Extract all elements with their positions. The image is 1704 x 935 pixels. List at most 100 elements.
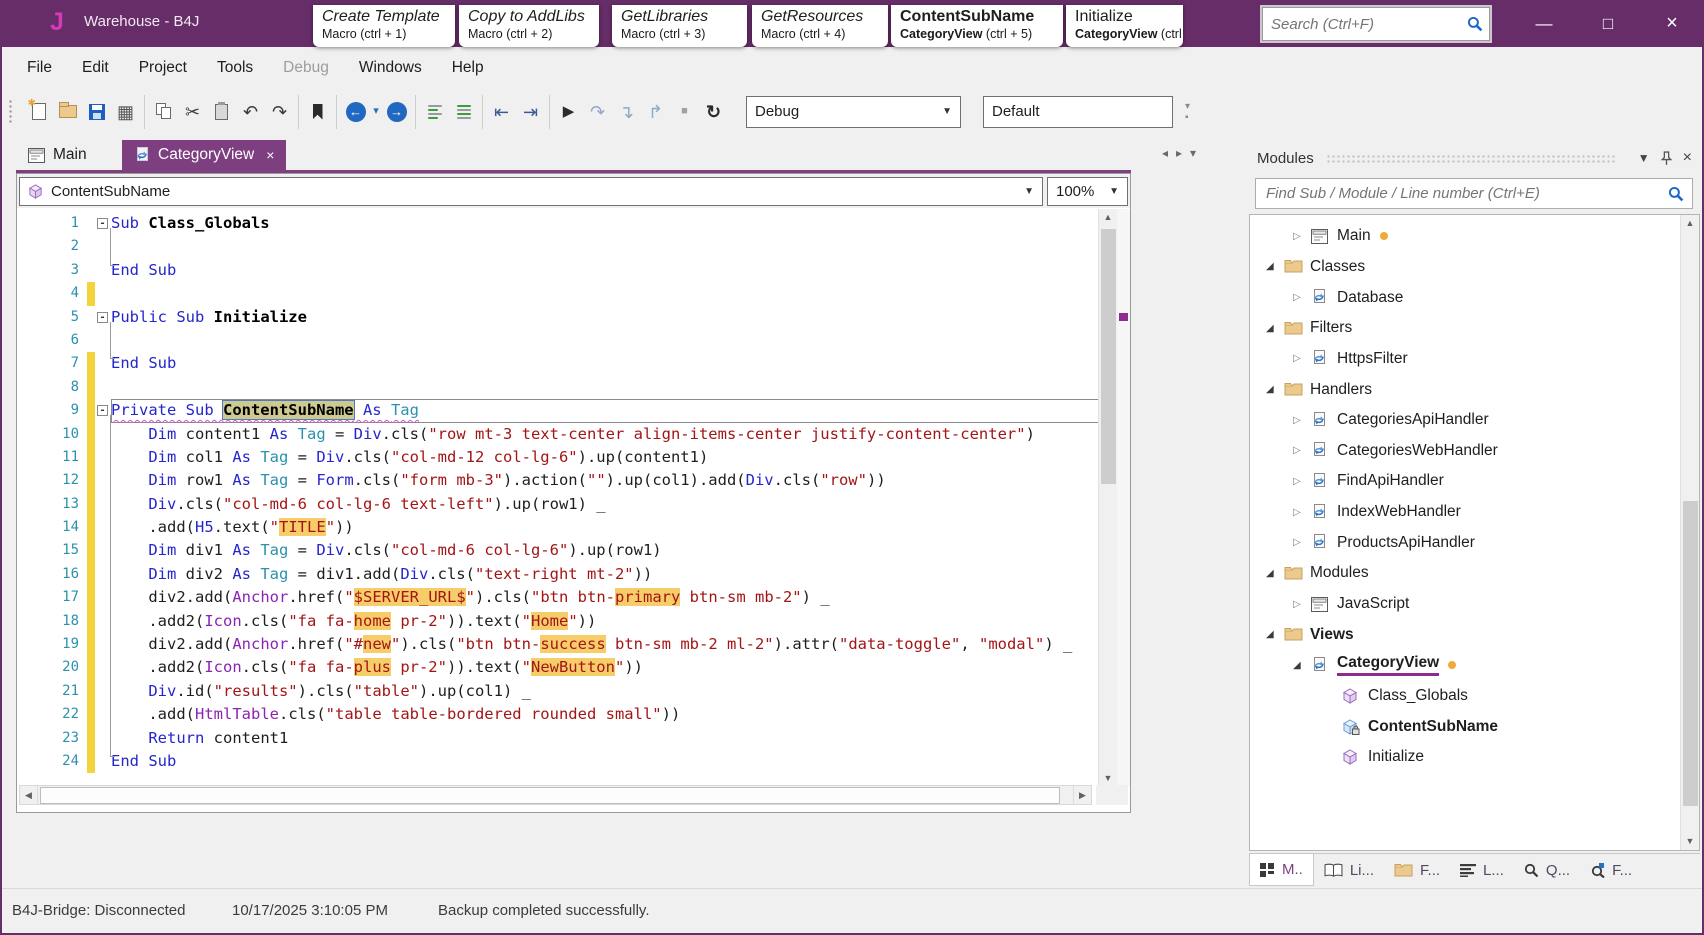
macro-button-contentsubname[interactable]: ContentSubNameCategoryView (ctrl + 5): [891, 5, 1063, 47]
package-icon[interactable]: ▦: [111, 97, 140, 127]
code-line[interactable]: 21 Div.id("results").cls("table").up(col…: [17, 680, 1130, 703]
menu-edit[interactable]: Edit: [67, 59, 124, 77]
tree-item-javascript[interactable]: ▷JavaScript: [1250, 589, 1699, 620]
step-out-icon[interactable]: ↱: [641, 97, 670, 127]
tab-main[interactable]: Main: [16, 140, 120, 170]
macro-button-getresources[interactable]: GetResourcesMacro (ctrl + 4): [752, 5, 888, 47]
expander-closed-icon[interactable]: ▷: [1293, 445, 1311, 456]
tree-scrollbar[interactable]: ▲ ▼: [1680, 215, 1699, 850]
code-line[interactable]: 5-Public Sub Initialize: [17, 306, 1130, 329]
code-line[interactable]: 20 .add2(Icon.cls("fa fa-plus pr-2")).te…: [17, 656, 1130, 679]
search-icon[interactable]: [1467, 16, 1483, 32]
code-line[interactable]: 4: [17, 282, 1130, 305]
menu-windows[interactable]: Windows: [344, 59, 437, 77]
open-project-icon[interactable]: [53, 97, 82, 127]
macro-button-getlibraries[interactable]: GetLibrariesMacro (ctrl + 3): [612, 5, 747, 47]
zoom-selector[interactable]: 100% ▼: [1047, 177, 1128, 206]
toolbar-grip[interactable]: [8, 99, 14, 125]
expander-open-icon[interactable]: ◢: [1266, 568, 1284, 579]
step-into-icon[interactable]: ↴: [612, 97, 641, 127]
code-line[interactable]: 16 Dim div2 As Tag = div1.add(Div.cls("t…: [17, 563, 1130, 586]
back-history-dropdown-icon[interactable]: ▾: [370, 97, 382, 127]
panel-drag-texture[interactable]: [1326, 154, 1616, 163]
editor-vertical-scrollbar[interactable]: ▲ ▼: [1098, 209, 1117, 787]
tree-item-modules[interactable]: ◢Modules: [1250, 558, 1699, 589]
tree-item-filters[interactable]: ◢Filters: [1250, 313, 1699, 344]
pin-icon[interactable]: [1660, 151, 1673, 166]
menu-help[interactable]: Help: [437, 59, 499, 77]
outdent-icon[interactable]: ⇤: [487, 97, 516, 127]
code-line[interactable]: 13 Div.cls("col-md-6 col-lg-6 text-left"…: [17, 493, 1130, 516]
panel-tab-f[interactable]: F...: [1580, 854, 1642, 886]
bookmark-icon[interactable]: [303, 97, 332, 127]
sub-selector[interactable]: ContentSubName ▼: [19, 177, 1043, 206]
copy-icon[interactable]: [149, 97, 178, 127]
tree-item-productsapihandler[interactable]: ▷ProductsApiHandler: [1250, 527, 1699, 558]
tree-item-contentsubname[interactable]: ContentSubName: [1250, 711, 1699, 742]
redo-icon[interactable]: ↷: [265, 97, 294, 127]
expander-open-icon[interactable]: ◢: [1266, 629, 1284, 640]
collapse-region-icon[interactable]: -: [97, 405, 108, 416]
cut-icon[interactable]: ✂: [178, 97, 207, 127]
code-line[interactable]: 8: [17, 376, 1130, 399]
expander-open-icon[interactable]: ◢: [1293, 660, 1311, 671]
vertical-scroll-thumb[interactable]: [1101, 229, 1116, 484]
tree-item-categoryview[interactable]: ◢CategoryView: [1250, 650, 1699, 681]
code-line[interactable]: 22 .add(HtmlTable.cls("table table-borde…: [17, 703, 1130, 726]
tree-item-main[interactable]: ▷Main: [1250, 221, 1699, 252]
close-tab-icon[interactable]: ×: [266, 147, 274, 163]
code-line[interactable]: 18 .add2(Icon.cls("fa fa-home pr-2")).te…: [17, 610, 1130, 633]
scroll-right-icon[interactable]: ▶: [1073, 786, 1091, 804]
tree-item-classes[interactable]: ◢Classes: [1250, 252, 1699, 283]
maximize-button[interactable]: □: [1576, 0, 1640, 47]
search-input[interactable]: [1269, 15, 1467, 34]
panel-tab-l[interactable]: L...: [1450, 854, 1514, 886]
modules-panel-header[interactable]: Modules ▼ ×: [1247, 144, 1702, 172]
expander-open-icon[interactable]: ◢: [1266, 261, 1284, 272]
expander-closed-icon[interactable]: ▷: [1293, 292, 1311, 303]
expander-closed-icon[interactable]: ▷: [1293, 231, 1311, 242]
code-line[interactable]: 3End Sub: [17, 259, 1130, 282]
run-icon[interactable]: ▶: [554, 97, 583, 127]
code-line[interactable]: 7End Sub: [17, 352, 1130, 375]
code-line[interactable]: 1-Sub Class_Globals: [17, 212, 1130, 235]
uncomment-icon[interactable]: [449, 97, 478, 127]
code-line[interactable]: 12 Dim row1 As Tag = Form.cls("form mb-3…: [17, 469, 1130, 492]
code-line[interactable]: 23 Return content1: [17, 727, 1130, 750]
tree-item-findapihandler[interactable]: ▷FindApiHandler: [1250, 466, 1699, 497]
macro-button-copy-to-addlibs[interactable]: Copy to AddLibsMacro (ctrl + 2): [459, 5, 599, 47]
expander-open-icon[interactable]: ◢: [1266, 384, 1284, 395]
minimize-button[interactable]: —: [1512, 0, 1576, 47]
step-over-icon[interactable]: ↷: [583, 97, 612, 127]
scroll-left-icon[interactable]: ◀: [20, 786, 38, 804]
code-line[interactable]: 9-Private Sub ContentSubName As Tag: [17, 399, 1130, 422]
expander-closed-icon[interactable]: ▷: [1293, 599, 1311, 610]
tab-scroll-controls[interactable]: ◂▸▾: [1162, 146, 1204, 160]
expander-closed-icon[interactable]: ▷: [1293, 353, 1311, 364]
tree-item-categoriesapihandler[interactable]: ▷CategoriesApiHandler: [1250, 405, 1699, 436]
panel-tab-li[interactable]: Li...: [1314, 854, 1384, 886]
expander-closed-icon[interactable]: ▷: [1293, 476, 1311, 487]
macro-button-initialize[interactable]: InitializeCategoryView (ctrl + 6): [1066, 5, 1183, 47]
expander-open-icon[interactable]: ◢: [1266, 323, 1284, 334]
indent-icon[interactable]: ⇥: [516, 97, 545, 127]
tab-categoryview[interactable]: CategoryView ×: [122, 140, 286, 170]
build-configuration-select[interactable]: Default: [983, 96, 1173, 128]
menu-project[interactable]: Project: [124, 59, 202, 77]
tree-item-handlers[interactable]: ◢Handlers: [1250, 374, 1699, 405]
code-line[interactable]: 19 div2.add(Anchor.href("#new").cls("btn…: [17, 633, 1130, 656]
menu-tools[interactable]: Tools: [202, 59, 268, 77]
code-line[interactable]: 11 Dim col1 As Tag = Div.cls("col-md-12 …: [17, 446, 1130, 469]
tree-item-database[interactable]: ▷Database: [1250, 282, 1699, 313]
expander-closed-icon[interactable]: ▷: [1293, 415, 1311, 426]
find-icon[interactable]: [1668, 186, 1684, 202]
tree-item-httpsfilter[interactable]: ▷HttpsFilter: [1250, 344, 1699, 375]
code-line[interactable]: 10 Dim content1 As Tag = Div.cls("row mt…: [17, 423, 1130, 446]
panel-dropdown-icon[interactable]: ▼: [1638, 151, 1650, 165]
tree-scroll-thumb[interactable]: [1683, 501, 1698, 806]
undo-icon[interactable]: ↶: [236, 97, 265, 127]
tree-item-views[interactable]: ◢Views: [1250, 619, 1699, 650]
code-line[interactable]: 24End Sub: [17, 750, 1130, 773]
code-line[interactable]: 14 .add(H5.text("TITLE")): [17, 516, 1130, 539]
expander-closed-icon[interactable]: ▷: [1293, 507, 1311, 518]
